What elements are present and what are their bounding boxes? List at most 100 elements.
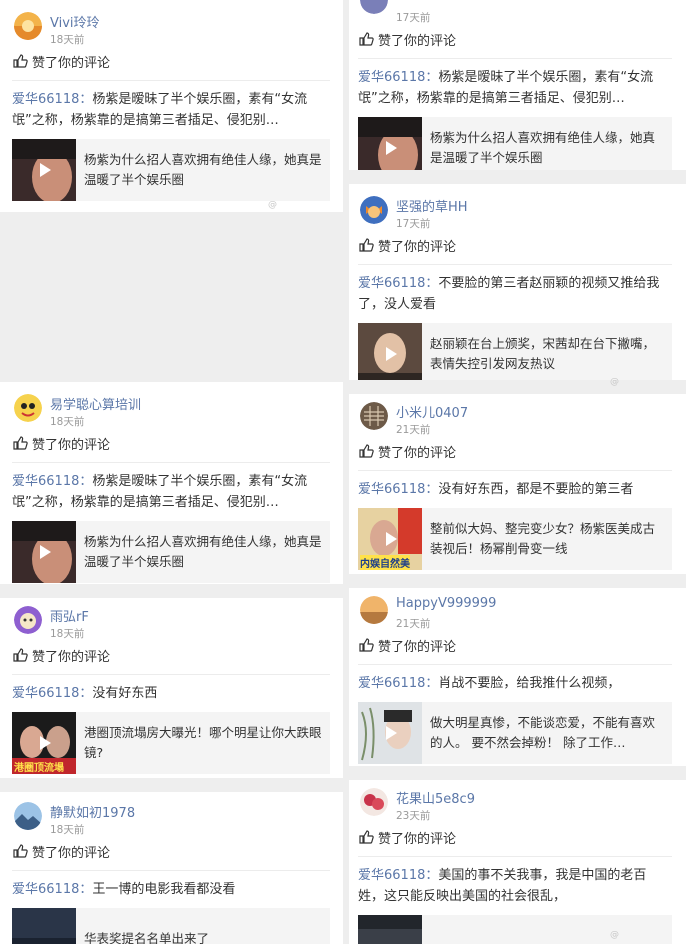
timestamp: 18天前 xyxy=(50,34,85,46)
comment-author[interactable]: 爱华66118： xyxy=(358,868,438,883)
comment-author[interactable]: 爱华66118： xyxy=(12,474,92,489)
right-gap-4 xyxy=(349,766,686,780)
avatar[interactable] xyxy=(360,596,388,624)
like-text: 赞了你的评论 xyxy=(32,55,111,71)
thumbs-up-icon xyxy=(13,844,28,858)
thumbs-up-icon xyxy=(359,238,374,252)
comment-author[interactable]: 爱华66118： xyxy=(12,686,92,701)
video-title: 杨紫为什么招人喜欢拥有绝佳人缘，她真是温暖了半个娱乐圈 xyxy=(84,152,322,187)
comment-author[interactable]: 爱华66118： xyxy=(12,92,92,107)
avatar[interactable] xyxy=(360,402,388,430)
like-notice: 赞了你的评论 xyxy=(12,432,330,454)
avatar[interactable] xyxy=(360,788,388,816)
comment-text[interactable]: 爱华66118：没有好东西，都是不要脸的第三者 xyxy=(358,479,668,500)
timestamp: 17天前 xyxy=(396,218,431,230)
username[interactable]: 坚强的草HH xyxy=(396,196,468,215)
notification-card[interactable]: 雨弘rF 18天前 赞了你的评论 爱华66118：没有好东西 港圈顶流塌 港圈顶… xyxy=(12,600,330,778)
username[interactable]: HappyV999999 xyxy=(396,596,496,611)
notification-card[interactable]: 静默如初1978 18天前 赞了你的评论 爱华66118：王一博的电影我看都没看… xyxy=(12,796,330,944)
video-thumbnail[interactable]: 港圈顶流塌 xyxy=(12,712,76,774)
divider xyxy=(12,462,330,463)
video-thumbnail[interactable] xyxy=(358,117,422,170)
notification-card[interactable]: 花果山5e8c9 23天前 赞了你的评论 爱华66118：美国的事不关我事，我是… xyxy=(358,782,672,944)
play-icon[interactable] xyxy=(380,344,400,364)
username[interactable]: 静默如初1978 xyxy=(50,802,135,821)
divider xyxy=(358,470,672,471)
comment-text[interactable]: 爱华66118：王一博的电影我看都没看 xyxy=(12,879,326,900)
comment-text[interactable]: 爱华66118：肖战不要脸，给我推什么视频， xyxy=(358,673,668,694)
username[interactable]: 易学聪心算培训 xyxy=(50,394,141,413)
notification-card[interactable]: 17天前 赞了你的评论 爱华66118：杨紫是暧昧了半个娱乐圈，素有“女流氓”之… xyxy=(358,0,672,170)
like-text: 赞了你的评论 xyxy=(378,445,457,461)
video-thumbnail[interactable] xyxy=(358,915,422,944)
comment-author[interactable]: 爱华66118： xyxy=(12,882,92,897)
video-card[interactable]: 内娱自然美 整前似大妈、整完变少女？杨紫医美成古装视后！杨幂削骨变一线 xyxy=(358,508,672,570)
timestamp: 17天前 xyxy=(396,12,431,24)
like-notice: 赞了你的评论 xyxy=(12,644,330,666)
watermark: @ xyxy=(268,200,277,210)
left-gap-1 xyxy=(0,212,343,382)
video-card[interactable]: 华表奖提名名单出来了 xyxy=(12,908,330,944)
comment-author[interactable]: 爱华66118： xyxy=(358,70,438,85)
video-thumbnail[interactable] xyxy=(358,323,422,380)
timestamp: 18天前 xyxy=(50,628,85,640)
notification-card[interactable]: Vivi玲玲 18天前 赞了你的评论 爱华66118：杨紫是暧昧了半个娱乐圈，素… xyxy=(12,6,330,212)
thumbs-up-icon xyxy=(13,54,28,68)
play-icon[interactable] xyxy=(34,160,54,180)
comment-body: 王一博的电影我看都没看 xyxy=(92,882,236,897)
comment-author[interactable]: 爱华66118： xyxy=(358,676,438,691)
like-text: 赞了你的评论 xyxy=(378,831,457,847)
like-notice: 赞了你的评论 xyxy=(358,28,672,50)
notification-card[interactable]: HappyV999999 21天前 赞了你的评论 爱华66118：肖战不要脸，给… xyxy=(358,590,672,766)
video-card[interactable]: 做大明星真惨，不能谈恋爱，不能有喜欢的人。 要不然会掉粉！ 除了工作… xyxy=(358,702,672,764)
comment-text[interactable]: 爱华66118：没有好东西 xyxy=(12,683,326,704)
comment-author[interactable]: 爱华66118： xyxy=(358,276,438,291)
avatar[interactable] xyxy=(14,802,42,830)
video-card[interactable] xyxy=(358,915,672,944)
play-icon[interactable] xyxy=(34,733,54,753)
username[interactable]: 小米儿0407 xyxy=(396,402,468,421)
notification-card[interactable]: 小米儿0407 21天前 赞了你的评论 爱华66118：没有好东西，都是不要脸的… xyxy=(358,396,672,574)
comment-text[interactable]: 爱华66118：杨紫是暧昧了半个娱乐圈，素有“女流氓”之称，杨紫靠的是搞第三者插… xyxy=(12,89,326,131)
play-icon[interactable] xyxy=(380,723,400,743)
avatar[interactable] xyxy=(14,606,42,634)
video-thumbnail[interactable] xyxy=(12,139,76,201)
avatar[interactable] xyxy=(14,12,42,40)
video-card[interactable]: 杨紫为什么招人喜欢拥有绝佳人缘，她真是温暖了半个娱乐圈 xyxy=(12,139,330,201)
right-gap-3 xyxy=(349,574,686,588)
username[interactable]: Vivi玲玲 xyxy=(50,12,100,31)
notification-card[interactable]: 坚强的草HH 17天前 赞了你的评论 爱华66118：不要脸的第三者赵丽颖的视频… xyxy=(358,190,672,380)
video-card[interactable]: 杨紫为什么招人喜欢拥有绝佳人缘，她真是温暖了半个娱乐圈 xyxy=(358,117,672,170)
video-thumbnail[interactable] xyxy=(12,908,76,944)
video-title: 华表奖提名名单出来了 xyxy=(84,931,210,944)
video-thumbnail[interactable] xyxy=(358,702,422,764)
video-card[interactable]: 港圈顶流塌 港圈顶流塌房大曝光！哪个明星让你大跌眼镜? xyxy=(12,712,330,774)
comment-text[interactable]: 爱华66118：美国的事不关我事，我是中国的老百姓，这只能反映出美国的社会很乱， xyxy=(358,865,668,907)
play-icon[interactable] xyxy=(34,542,54,562)
thumbnail-caption: 港圈顶流塌 xyxy=(14,763,64,774)
comment-author[interactable]: 爱华66118： xyxy=(358,482,438,497)
notification-card[interactable]: 易学聪心算培训 18天前 赞了你的评论 爱华66118：杨紫是暧昧了半个娱乐圈，… xyxy=(12,388,330,584)
comment-text[interactable]: 爱华66118：杨紫是暧昧了半个娱乐圈，素有“女流氓”之称，杨紫靠的是搞第三者插… xyxy=(12,471,326,513)
play-icon[interactable] xyxy=(380,138,400,158)
comment-text[interactable]: 爱华66118：杨紫是暧昧了半个娱乐圈，素有“女流氓”之称，杨紫靠的是搞第三者插… xyxy=(358,67,668,109)
video-thumbnail[interactable] xyxy=(12,521,76,583)
avatar[interactable] xyxy=(360,196,388,224)
thumbs-up-icon xyxy=(13,436,28,450)
username[interactable]: 雨弘rF xyxy=(50,606,89,625)
video-title: 港圈顶流塌房大曝光！哪个明星让你大跌眼镜? xyxy=(84,725,322,760)
avatar[interactable] xyxy=(14,394,42,422)
play-icon[interactable] xyxy=(380,529,400,549)
thumbs-up-icon xyxy=(359,830,374,844)
like-notice: 赞了你的评论 xyxy=(358,826,672,848)
like-notice: 赞了你的评论 xyxy=(358,234,672,256)
avatar[interactable] xyxy=(360,0,388,14)
comment-body: 肖战不要脸，给我推什么视频， xyxy=(438,676,621,691)
comment-text[interactable]: 爱华66118：不要脸的第三者赵丽颖的视频又推给我了，没人爱看 xyxy=(358,273,668,315)
username[interactable]: 花果山5e8c9 xyxy=(396,788,475,807)
thumbs-up-icon xyxy=(359,638,374,652)
video-card[interactable]: 赵丽颖在台上颁奖，宋茜却在台下撇嘴，表情失控引发网友热议 xyxy=(358,323,672,380)
divider xyxy=(358,264,672,265)
video-thumbnail[interactable]: 内娱自然美 xyxy=(358,508,422,570)
video-card[interactable]: 杨紫为什么招人喜欢拥有绝佳人缘，她真是温暖了半个娱乐圈 xyxy=(12,521,330,583)
